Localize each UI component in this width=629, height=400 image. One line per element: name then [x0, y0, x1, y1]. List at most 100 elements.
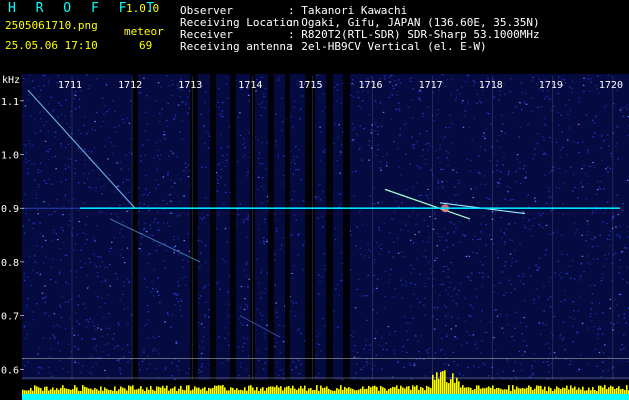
noise-dot [550, 170, 553, 172]
amplitude-bar [576, 389, 578, 394]
noise-dot [610, 155, 613, 157]
noise-dot [74, 172, 77, 174]
amplitude-bar [360, 388, 362, 394]
noise-dot [494, 213, 496, 215]
noise-dot [378, 245, 380, 247]
noise-dot [123, 262, 126, 264]
amplitude-bar [490, 387, 492, 394]
noise-dot [489, 234, 491, 236]
noise-dot [382, 111, 385, 113]
noise-dot [382, 348, 385, 351]
noise-dot [467, 103, 470, 105]
amplitude-bar [246, 390, 248, 394]
noise-dot [82, 365, 84, 367]
noise-dot [274, 284, 276, 286]
noise-dot [474, 81, 476, 83]
noise-dot [563, 182, 565, 184]
noise-dot [358, 211, 360, 213]
noise-dot [181, 300, 183, 302]
noise-dot [108, 312, 110, 315]
noise-dot [27, 99, 29, 101]
noise-dot [450, 94, 452, 96]
noise-dot [523, 165, 526, 167]
noise-dot [414, 233, 416, 236]
noise-dot [509, 187, 511, 189]
dark-band [230, 74, 236, 380]
amplitude-bar [86, 387, 88, 394]
y-tick-label: 0.6 [1, 365, 19, 376]
noise-dot [261, 202, 263, 204]
noise-dot [181, 101, 183, 103]
noise-dot [601, 134, 603, 136]
noise-dot [452, 244, 454, 246]
noise-dot [119, 232, 121, 234]
noise-dot [207, 147, 210, 149]
noise-dot [67, 283, 70, 285]
noise-dot [295, 302, 297, 304]
noise-dot [442, 283, 444, 285]
noise-dot [574, 187, 576, 189]
noise-dot [399, 110, 401, 112]
noise-dot [216, 281, 219, 283]
amplitude-bar [206, 390, 208, 394]
noise-dot [266, 324, 268, 326]
noise-dot [512, 370, 515, 372]
noise-dot [577, 370, 579, 372]
noise-dot [247, 355, 250, 357]
noise-dot [220, 176, 222, 179]
noise-dot [302, 269, 305, 271]
noise-dot [187, 112, 189, 114]
noise-dot [84, 243, 87, 245]
noise-dot [497, 182, 499, 184]
noise-dot [228, 126, 231, 128]
noise-dot [164, 243, 166, 245]
y-tick-label: 1.0 [1, 151, 19, 162]
noise-dot [34, 204, 37, 206]
noise-dot [503, 156, 505, 158]
noise-dot [100, 211, 103, 213]
noise-dot [471, 139, 473, 141]
noise-dot [408, 78, 411, 80]
amplitude-bar [384, 388, 386, 394]
noise-dot [115, 131, 118, 133]
noise-dot [602, 221, 604, 223]
noise-dot [393, 196, 396, 198]
noise-dot [222, 116, 224, 118]
noise-dot [32, 228, 34, 230]
noise-dot [86, 239, 88, 241]
amplitude-bar [626, 385, 628, 394]
noise-dot [410, 378, 412, 380]
noise-dot [500, 282, 503, 284]
noise-dot [580, 279, 582, 281]
amplitude-bar [390, 388, 392, 394]
noise-dot [623, 334, 625, 336]
noise-dot [589, 315, 592, 317]
noise-dot [37, 367, 39, 369]
noise-dot [405, 322, 408, 324]
noise-dot [447, 268, 449, 270]
noise-dot [546, 361, 549, 363]
noise-dot [170, 326, 172, 328]
noise-dot [413, 364, 416, 367]
noise-dot [603, 106, 606, 108]
noise-dot [91, 356, 94, 358]
noise-dot [619, 235, 621, 237]
amplitude-bar [190, 390, 192, 394]
noise-dot [45, 121, 47, 123]
noise-dot [598, 351, 601, 354]
noise-dot [609, 307, 611, 309]
noise-dot [495, 205, 498, 207]
noise-dot [294, 163, 296, 165]
noise-dot [39, 162, 42, 164]
noise-dot [433, 307, 436, 309]
noise-dot [227, 291, 229, 293]
amplitude-bar [520, 388, 522, 394]
noise-dot [495, 251, 498, 253]
noise-dot [200, 323, 203, 325]
noise-dot [474, 343, 477, 345]
noise-dot [369, 344, 371, 346]
noise-dot [201, 340, 204, 342]
x-tick-label: 1718 [479, 80, 503, 91]
noise-dot [363, 366, 365, 368]
noise-dot [319, 280, 321, 283]
